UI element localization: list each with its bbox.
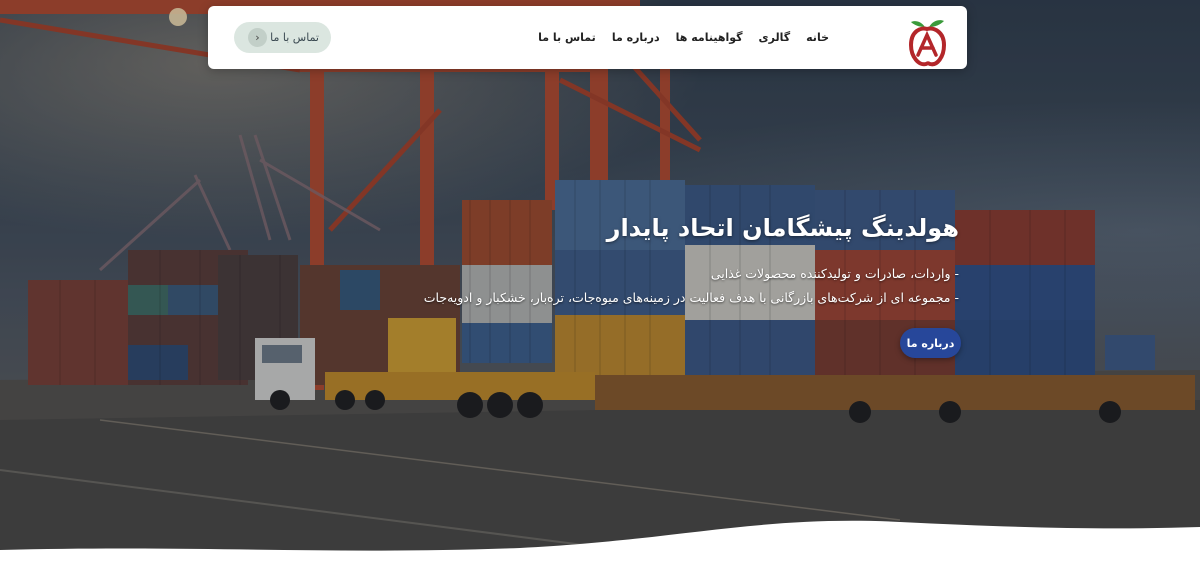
- hero-line: - واردات، صادرات و تولیدکننده محصولات غذ…: [710, 266, 959, 281]
- hero-title: هولدینگ پیشگامان اتحاد پایدار: [606, 214, 959, 242]
- contact-us-label: تماس با ما: [270, 31, 319, 44]
- chevron-left-icon: ‹: [248, 28, 267, 47]
- menu-item-gallery[interactable]: گالری: [759, 31, 791, 44]
- menu-item-contact[interactable]: تماس با ما: [538, 31, 596, 44]
- menu-item-home[interactable]: خانه: [806, 31, 829, 44]
- main-menu: خانه گالری گواهینامه ها درباره ما تماس ب…: [538, 6, 829, 69]
- menu-item-certificates[interactable]: گواهینامه ها: [676, 31, 743, 44]
- about-us-button[interactable]: درباره ما: [900, 328, 961, 358]
- menu-item-about[interactable]: درباره ما: [612, 31, 660, 44]
- contact-us-button[interactable]: تماس با ما ‹: [234, 22, 331, 53]
- top-navbar: خانه گالری گواهینامه ها درباره ما تماس ب…: [208, 6, 967, 69]
- hero-description: - واردات، صادرات و تولیدکننده محصولات غذ…: [424, 262, 959, 310]
- hero-line: - مجموعه ای از شرکت‌های بازرگانی با هدف …: [423, 290, 959, 305]
- hero-section: هولدینگ پیشگامان اتحاد پایدار - واردات، …: [0, 0, 1200, 588]
- apple-logo-icon[interactable]: [907, 11, 947, 67]
